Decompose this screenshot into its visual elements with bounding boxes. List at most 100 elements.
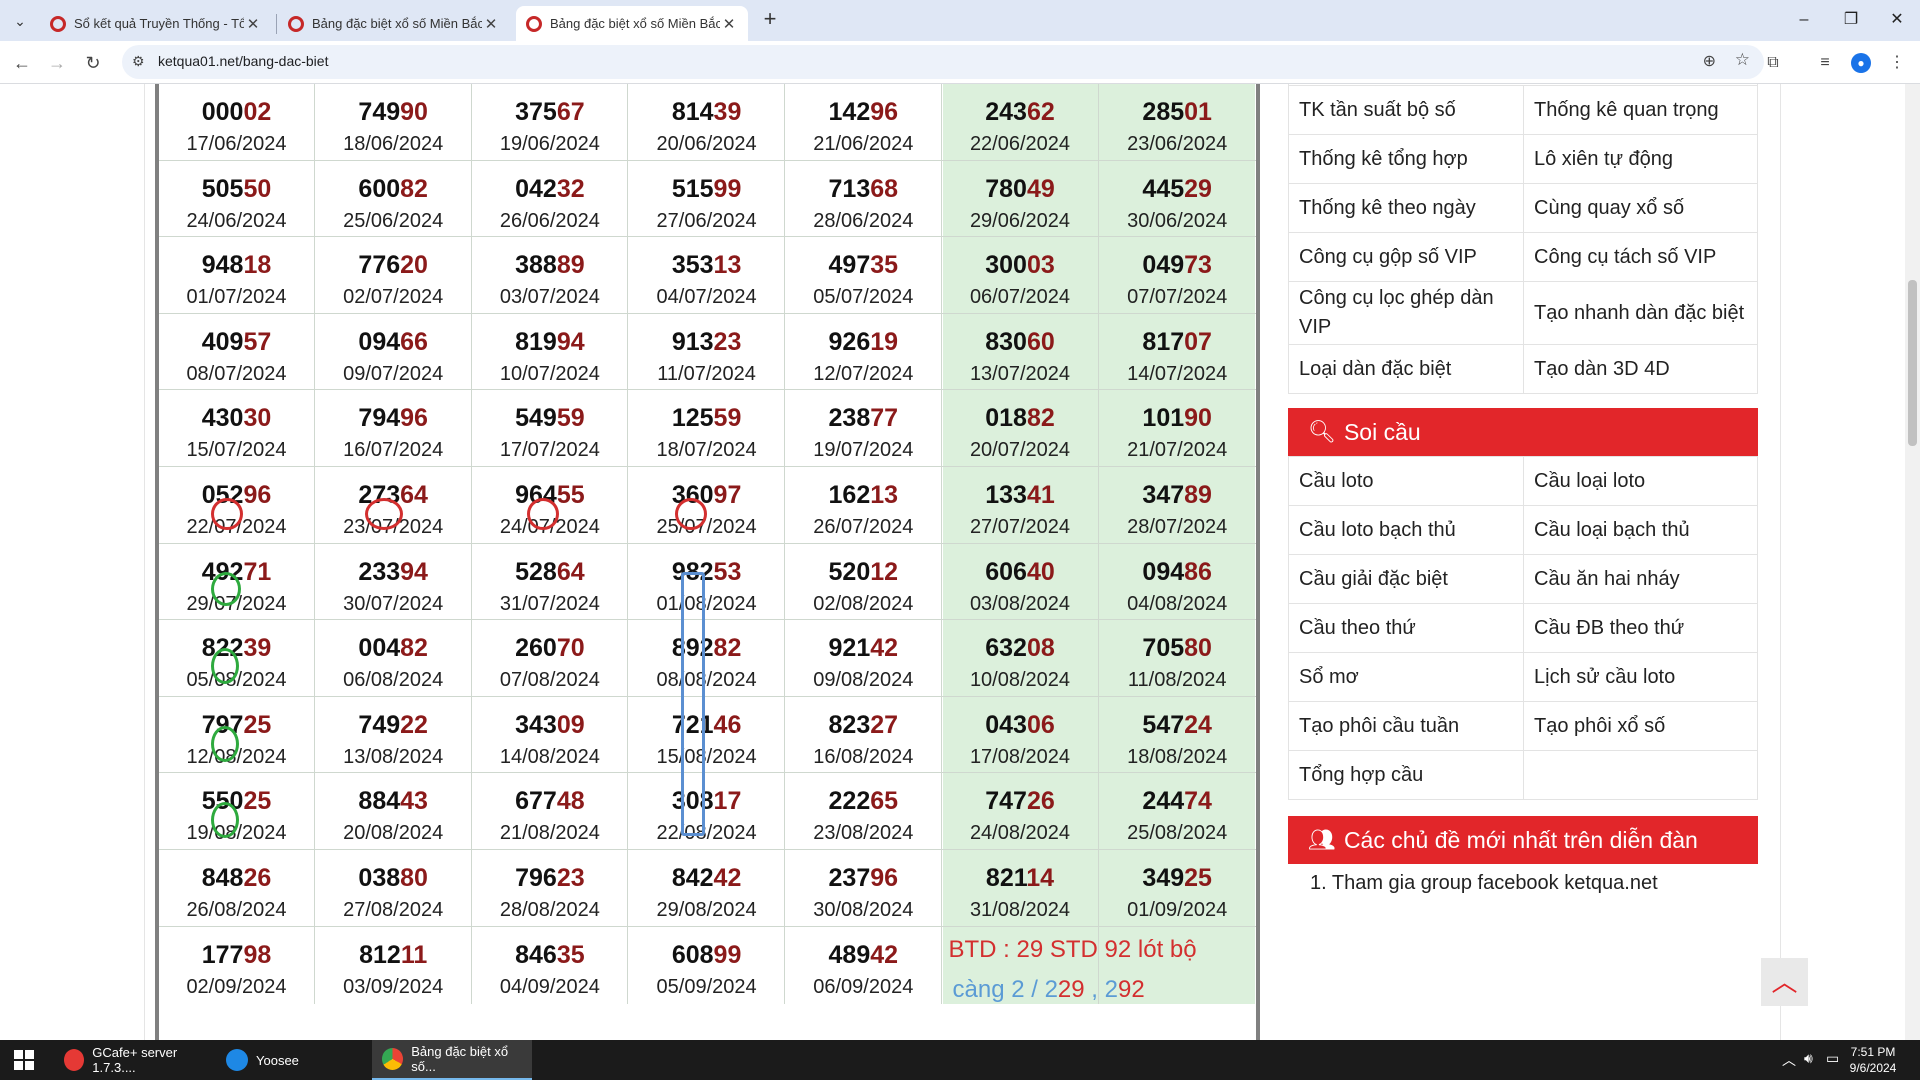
prize-number: 84826 bbox=[159, 864, 314, 892]
new-tab-button[interactable]: + bbox=[758, 8, 782, 32]
media-icon[interactable]: ≡ bbox=[1812, 50, 1838, 76]
number-tail: 30 bbox=[243, 404, 272, 433]
result-date: 20/07/2024 bbox=[969, 439, 1071, 462]
taskbar-app-gcafe[interactable]: GCafe+ server 1.7.3.... bbox=[54, 1040, 214, 1080]
forum-topic-link[interactable]: 1. Tham gia group facebook ketqua.net bbox=[1288, 864, 1758, 895]
sidebar-row: Cầu giải đặc biệt Cầu ăn hai nháy bbox=[1289, 554, 1757, 603]
prize-number: 14296 bbox=[786, 98, 941, 126]
tray-chevron-icon[interactable]: ︿ bbox=[1782, 1050, 1796, 1070]
tab-1[interactable]: Sổ kết quả Truyền Thống - Tổng ✕ bbox=[40, 6, 272, 41]
scrollbar-thumb[interactable] bbox=[1908, 280, 1917, 446]
number-tail: 94 bbox=[400, 557, 428, 586]
number-tail: 39 bbox=[243, 634, 272, 663]
site-info-icon[interactable]: ⚙ bbox=[132, 53, 145, 70]
sidebar-link[interactable]: Công cụ lọc ghép dàn VIP bbox=[1289, 282, 1523, 344]
sidebar-link[interactable]: Cầu loto bbox=[1289, 457, 1523, 505]
number-tail: 06 bbox=[1026, 710, 1055, 739]
sidebar-link[interactable]: Cầu loto bạch thủ bbox=[1289, 506, 1523, 554]
result-cell: 17798 02/09/2024 bbox=[159, 926, 315, 1004]
sidebar-link[interactable]: Cầu giải đặc biệt bbox=[1289, 555, 1523, 603]
tab-3-active[interactable]: Bảng đặc biệt xổ số Miền Bắc t ✕ bbox=[516, 6, 748, 41]
sidebar-link[interactable]: Cầu theo thứ bbox=[1289, 604, 1523, 652]
url-text[interactable]: ketqua01.net/bang-dac-biet bbox=[158, 53, 328, 69]
sidebar-link[interactable]: Cùng quay xổ số bbox=[1523, 184, 1757, 232]
result-cell: 60082 25/06/2024 bbox=[316, 160, 472, 238]
sidebar-link[interactable] bbox=[1523, 751, 1757, 799]
sidebar-link[interactable]: Cầu loại bạch thủ bbox=[1523, 506, 1757, 554]
result-cell: 04973 07/07/2024 bbox=[1099, 237, 1256, 315]
number-head: 233 bbox=[358, 557, 401, 586]
extensions-icon[interactable]: ⧉ bbox=[1760, 50, 1786, 76]
site-favicon-icon bbox=[50, 15, 66, 32]
result-cell: 23877 19/07/2024 bbox=[786, 390, 942, 468]
sidebar-link[interactable]: Tạo dàn 3D 4D bbox=[1523, 345, 1757, 393]
close-tab-icon[interactable]: ✕ bbox=[482, 15, 500, 33]
number-tail: 25 bbox=[243, 787, 272, 816]
tab-2[interactable]: Bảng đặc biệt xổ số Miền Bắc t ✕ bbox=[278, 6, 510, 41]
sidebar-link[interactable]: Cầu ĐB theo thứ bbox=[1523, 604, 1757, 652]
number-head: 705 bbox=[1142, 634, 1185, 663]
result-cell: 71368 28/06/2024 bbox=[786, 160, 942, 238]
sidebar-link[interactable]: Thống kê quan trọng bbox=[1523, 86, 1757, 134]
number-tail: 82 bbox=[400, 634, 428, 663]
prize-number: 71368 bbox=[786, 175, 941, 203]
minimize-button[interactable]: – bbox=[1789, 8, 1819, 32]
windows-start-icon[interactable] bbox=[14, 1050, 34, 1070]
number-head: 776 bbox=[358, 251, 401, 280]
menu-kebab-icon[interactable]: ⋮ bbox=[1884, 50, 1910, 76]
sidebar-row: Thống kê theo ngày Cùng quay xổ số bbox=[1289, 183, 1757, 232]
sidebar-link[interactable]: Tạo phôi cầu tuần bbox=[1289, 702, 1523, 750]
page-scrollbar[interactable] bbox=[1905, 84, 1920, 1040]
sidebar-link[interactable]: Lịch sử cầu loto bbox=[1523, 653, 1757, 701]
number-tail: 64 bbox=[556, 557, 585, 586]
result-cell: 98253 01/08/2024 bbox=[629, 543, 786, 621]
prize-number: 81707 bbox=[1099, 328, 1255, 356]
tab-search-icon[interactable]: ⌄ bbox=[8, 10, 32, 32]
sidebar-link[interactable]: Cầu loại loto bbox=[1523, 457, 1757, 505]
result-cell: 23394 30/07/2024 bbox=[316, 543, 472, 621]
reload-icon[interactable]: ↻ bbox=[80, 50, 106, 76]
sidebar-link[interactable]: Thống kê tổng hợp bbox=[1289, 135, 1523, 183]
back-to-top-button[interactable]: ︿ bbox=[1761, 958, 1808, 1006]
prize-number: 89282 bbox=[629, 634, 784, 662]
number-tail: 35 bbox=[556, 940, 585, 969]
sidebar-link[interactable]: Sổ mơ bbox=[1289, 653, 1523, 701]
result-cell: 92142 09/08/2024 bbox=[786, 620, 942, 698]
result-date: 07/07/2024 bbox=[1127, 286, 1228, 309]
close-tab-icon[interactable]: ✕ bbox=[720, 15, 738, 33]
number-head: 349 bbox=[1142, 864, 1185, 892]
close-tab-icon[interactable]: ✕ bbox=[244, 15, 262, 33]
restore-button[interactable]: ❐ bbox=[1836, 8, 1866, 32]
sidebar-link[interactable]: Loại dàn đặc biệt bbox=[1289, 345, 1523, 393]
sidebar-link[interactable]: Tạo nhanh dàn đặc biệt bbox=[1523, 282, 1757, 344]
sidebar-link[interactable]: Cầu ăn hai nháy bbox=[1523, 555, 1757, 603]
taskbar-app-yoosee[interactable]: Yoosee bbox=[216, 1040, 370, 1080]
taskbar-app-chrome[interactable]: Bảng đặc biệt xổ số... bbox=[372, 1040, 532, 1080]
taskbar-clock[interactable]: 7:51 PM 9/6/2024 bbox=[1843, 1044, 1903, 1076]
sidebar-link[interactable]: Công cụ tách số VIP bbox=[1523, 233, 1757, 281]
sidebar-link[interactable]: Công cụ gộp số VIP bbox=[1289, 233, 1523, 281]
sidebar-link[interactable]: Thống kê theo ngày bbox=[1289, 184, 1523, 232]
number-head: 848 bbox=[201, 864, 244, 892]
zoom-icon[interactable]: ⊕ bbox=[1703, 51, 1716, 71]
sidebar-link[interactable]: Lô xiên tự động bbox=[1523, 135, 1757, 183]
close-window-button[interactable]: ✕ bbox=[1882, 8, 1912, 32]
result-cell: 92619 12/07/2024 bbox=[786, 313, 942, 391]
forward-arrow-icon[interactable]: → bbox=[44, 50, 70, 76]
number-head: 794 bbox=[358, 404, 401, 433]
profile-avatar-icon[interactable]: ● bbox=[1851, 53, 1871, 73]
back-arrow-icon[interactable]: ← bbox=[9, 50, 35, 76]
result-cell: 82114 31/08/2024 bbox=[942, 850, 1099, 927]
sidebar-link[interactable]: Tạo phôi xổ số bbox=[1523, 702, 1757, 750]
number-tail: 26 bbox=[243, 864, 272, 892]
sidebar-link[interactable]: TK tần suất bộ số bbox=[1289, 86, 1523, 134]
url-field[interactable]: ⚙ ketqua01.net/bang-dac-biet ⊕ ☆ bbox=[122, 45, 1764, 79]
number-head: 244 bbox=[1142, 787, 1185, 816]
result-date: 23/06/2024 bbox=[1127, 133, 1228, 155]
gcafe-icon bbox=[64, 1049, 85, 1071]
bookmark-star-icon[interactable]: ☆ bbox=[1735, 50, 1750, 70]
sidebar-link[interactable]: Tổng hợp cầu bbox=[1289, 751, 1523, 799]
network-icon[interactable]: ▭ bbox=[1826, 1050, 1839, 1067]
volume-icon[interactable]: 🔊︎ bbox=[1804, 1050, 1813, 1067]
number-tail: 64 bbox=[400, 481, 428, 509]
